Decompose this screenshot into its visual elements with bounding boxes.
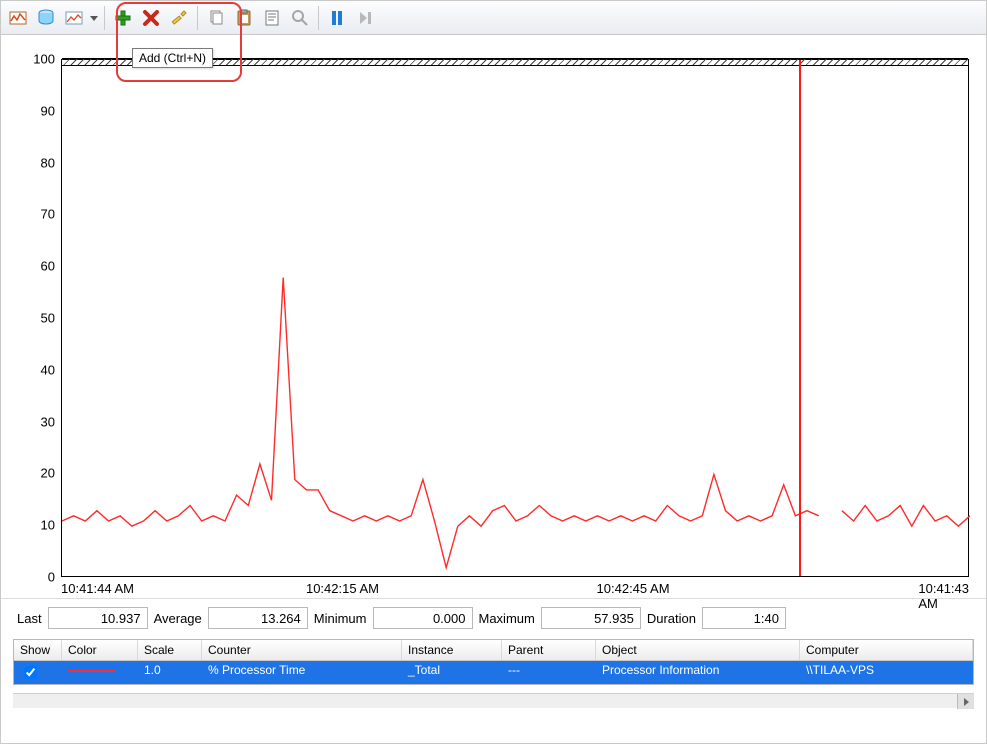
col-show[interactable]: Show [14, 640, 62, 660]
add-counter-button[interactable] [110, 5, 136, 31]
last-label: Last [17, 611, 42, 626]
copy-button[interactable] [203, 5, 229, 31]
legend-row[interactable]: 1.0 % Processor Time _Total --- Processo… [14, 661, 973, 684]
row-instance: _Total [402, 661, 502, 684]
maximum-value: 57.935 [541, 607, 641, 629]
zoom-button[interactable] [287, 5, 313, 31]
row-object: Processor Information [596, 661, 800, 684]
duration-value: 1:40 [702, 607, 786, 629]
add-counter-tooltip: Add (Ctrl+N) [132, 48, 213, 68]
scroll-right-icon[interactable] [957, 694, 974, 709]
chart-area: 100 90 80 70 60 50 40 30 20 10 0 10:41:4… [1, 35, 986, 599]
row-computer: \\TILAA-VPS [800, 661, 973, 684]
y-tick: 70 [41, 207, 55, 222]
row-counter: % Processor Time [202, 661, 402, 684]
freeze-button[interactable] [324, 5, 350, 31]
y-tick: 50 [41, 311, 55, 326]
x-tick: 10:41:44 AM [61, 581, 134, 596]
highlight-button[interactable] [166, 5, 192, 31]
col-scale[interactable]: Scale [138, 640, 202, 660]
col-counter[interactable]: Counter [202, 640, 402, 660]
legend-header[interactable]: Show Color Scale Counter Instance Parent… [14, 640, 973, 661]
y-tick: 80 [41, 155, 55, 170]
chart-type-dropdown[interactable] [89, 14, 99, 22]
legend-scrollbar[interactable] [13, 693, 974, 708]
y-tick: 0 [48, 570, 55, 585]
time-cursor [799, 60, 801, 576]
average-label: Average [154, 611, 202, 626]
view-log-data-button[interactable] [33, 5, 59, 31]
y-tick: 60 [41, 259, 55, 274]
row-parent: --- [502, 661, 596, 684]
remove-counter-button[interactable] [138, 5, 164, 31]
y-tick: 100 [33, 52, 55, 67]
stats-row: Last 10.937 Average 13.264 Minimum 0.000… [1, 599, 986, 637]
minimum-label: Minimum [314, 611, 367, 626]
y-tick: 10 [41, 518, 55, 533]
col-instance[interactable]: Instance [402, 640, 502, 660]
view-current-activity-button[interactable] [5, 5, 31, 31]
x-tick: 10:42:15 AM [306, 581, 379, 596]
counter-legend: Show Color Scale Counter Instance Parent… [13, 639, 974, 685]
duration-label: Duration [647, 611, 696, 626]
last-value: 10.937 [48, 607, 148, 629]
x-tick: 10:42:45 AM [597, 581, 670, 596]
y-axis-labels: 100 90 80 70 60 50 40 30 20 10 0 [1, 35, 59, 571]
row-scale: 1.0 [138, 661, 202, 684]
show-counter-checkbox[interactable] [24, 666, 37, 679]
col-computer[interactable]: Computer [800, 640, 973, 660]
series-line [62, 60, 970, 578]
maximum-label: Maximum [479, 611, 535, 626]
y-tick: 30 [41, 414, 55, 429]
y-tick: 90 [41, 103, 55, 118]
paste-button[interactable] [231, 5, 257, 31]
plot-canvas[interactable] [61, 59, 969, 577]
y-tick: 40 [41, 362, 55, 377]
minimum-value: 0.000 [373, 607, 473, 629]
toolbar [1, 1, 986, 35]
col-color[interactable]: Color [62, 640, 138, 660]
properties-button[interactable] [259, 5, 285, 31]
update-button[interactable] [352, 5, 378, 31]
col-object[interactable]: Object [596, 640, 800, 660]
col-parent[interactable]: Parent [502, 640, 596, 660]
y-tick: 20 [41, 466, 55, 481]
x-tick: 10:41:43 AM [918, 581, 969, 611]
chart-type-button[interactable] [61, 5, 87, 31]
average-value: 13.264 [208, 607, 308, 629]
counter-color-swatch [68, 670, 116, 672]
